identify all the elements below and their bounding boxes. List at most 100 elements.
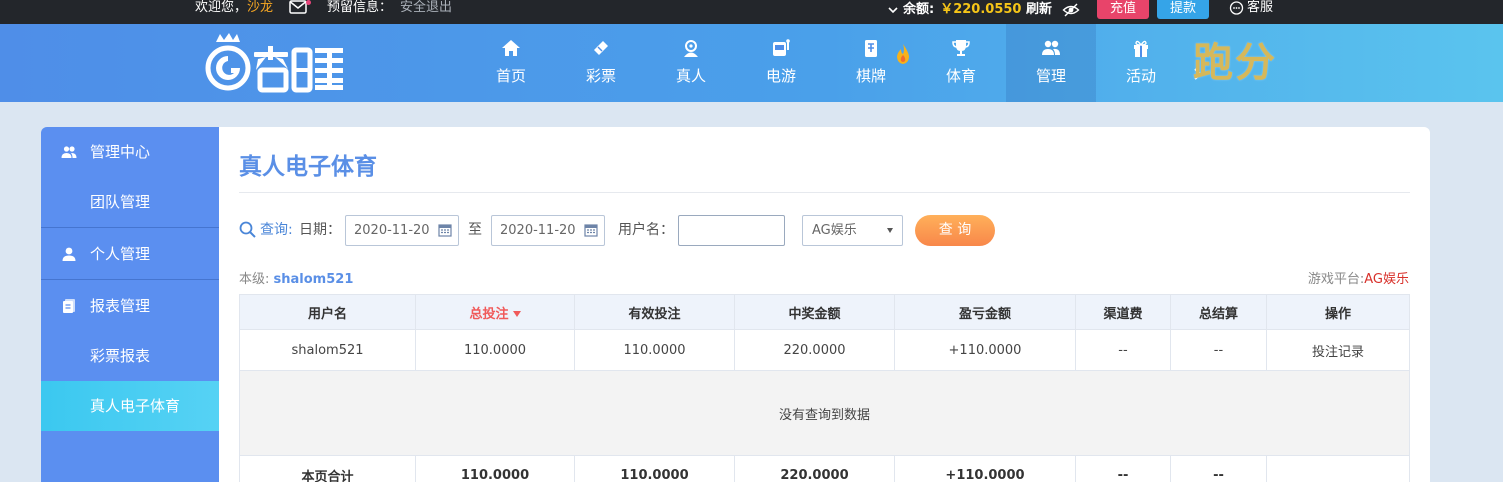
calendar-icon[interactable]: [584, 223, 598, 237]
nav-sports[interactable]: 体育: [916, 24, 1006, 102]
dealer-icon: [684, 40, 698, 57]
main-nav: 首页 彩票 真人 电游 棋牌 体育 管理 活动 跑分: [0, 24, 1503, 102]
hide-balance-icon[interactable]: [1062, 2, 1080, 18]
sidebar-item-label: 彩票报表: [90, 347, 151, 365]
home-icon: [502, 40, 520, 56]
empty-message: 没有查询到数据: [239, 370, 1410, 456]
sidebar-item-management-center[interactable]: 管理中心: [41, 127, 219, 177]
column-header: 盈亏金额: [894, 294, 1076, 330]
deposit-button[interactable]: 充值: [1097, 0, 1149, 19]
sidebar-item-label: 真人电子体育: [90, 397, 181, 415]
nav-live-casino[interactable]: 真人: [646, 24, 736, 102]
sidebar-item-label: 团队管理: [90, 193, 151, 211]
platform-value: AG娱乐: [1364, 272, 1409, 287]
sidebar-item-personal-management[interactable]: 个人管理: [41, 229, 219, 279]
trophy-icon: [952, 40, 970, 56]
platform-selected-value: AG娱乐: [812, 223, 857, 238]
table-cell: --: [1170, 329, 1267, 371]
summary-cell: --: [1075, 455, 1171, 482]
nav-home[interactable]: 首页: [466, 24, 556, 102]
dropdown-arrow-icon: [887, 228, 893, 233]
nav-label: 真人: [675, 67, 706, 85]
nav-label: 棋牌: [855, 67, 886, 85]
summary-cell: --: [1170, 455, 1267, 482]
divider: [239, 192, 1410, 193]
date-from-value: 2020-11-20: [354, 223, 430, 238]
slot-machine-icon: [773, 39, 790, 56]
brand-logo[interactable]: [198, 32, 348, 96]
column-header: 总结算: [1170, 294, 1267, 330]
nav-label: 体育: [945, 67, 976, 85]
nav-lottery[interactable]: 彩票: [556, 24, 646, 102]
customer-service-link[interactable]: 客服: [1229, 0, 1273, 16]
sidebar-item-team-management[interactable]: 团队管理: [41, 177, 219, 227]
column-header-label: 总投注: [469, 306, 509, 322]
nav-label: 管理: [1035, 67, 1066, 85]
sidebar-item-report-management[interactable]: 报表管理: [41, 281, 219, 331]
nav-promotions[interactable]: 活动: [1096, 24, 1186, 102]
summary-cell: 220.0000: [734, 455, 895, 482]
sidebar-item-label: 管理中心: [90, 143, 151, 161]
column-header: 中奖金额: [734, 294, 895, 330]
date-to-value: 2020-11-20: [500, 223, 576, 238]
column-header: 渠道费: [1075, 294, 1171, 330]
unread-dot: [306, 0, 311, 5]
column-header: 操作: [1266, 294, 1410, 330]
sidebar-item-label: 个人管理: [90, 245, 151, 263]
table-cell: 110.0000: [574, 329, 735, 371]
date-to-field[interactable]: 2020-11-20: [491, 215, 605, 246]
customer-service-label: 客服: [1247, 0, 1274, 15]
sidebar-item-live-electronic-sports[interactable]: 真人电子体育: [41, 381, 219, 431]
platform-info: 游戏平台:AG娱乐: [1308, 268, 1409, 287]
sidebar: 管理中心 团队管理 个人管理 报表管理 彩票报表 真人电子体育: [41, 127, 219, 482]
query-button[interactable]: 查 询: [915, 215, 995, 246]
welcome-text: 欢迎您， 沙龙: [195, 0, 273, 16]
summary-row: 本页合计 110.0000 110.0000 220.0000 +110.000…: [239, 455, 1410, 482]
level-label: 本级:: [239, 272, 270, 287]
nav-label: 电游: [765, 67, 796, 85]
summary-cell: 110.0000: [415, 455, 575, 482]
table-cell: +110.0000: [894, 329, 1076, 371]
query-label: 查询:: [260, 222, 293, 238]
logout-link[interactable]: 安全退出: [400, 0, 452, 16]
balance-label: 余额:: [903, 2, 935, 17]
welcome-prefix: 欢迎您，: [195, 0, 248, 15]
nav-label: 彩票: [585, 67, 616, 85]
promo-text[interactable]: 跑分: [1193, 40, 1277, 86]
column-header: 有效投注: [574, 294, 735, 330]
nav-management[interactable]: 管理: [1006, 24, 1096, 102]
table-cell: shalom521: [239, 329, 416, 371]
level-user[interactable]: shalom521: [274, 272, 354, 287]
nav-slots[interactable]: 电游: [736, 24, 826, 102]
table-cell: --: [1075, 329, 1171, 371]
username-input[interactable]: [678, 215, 785, 246]
column-header: 用户名: [239, 294, 416, 330]
bet-records-link[interactable]: 投注记录: [1266, 329, 1410, 371]
table-row: shalom521 110.0000 110.0000 220.0000 +11…: [239, 329, 1410, 371]
sidebar-item-lottery-report[interactable]: 彩票报表: [41, 331, 219, 381]
date-label: 日期：: [299, 222, 341, 238]
calendar-icon[interactable]: [438, 223, 452, 237]
report-icon: [63, 299, 75, 313]
platform-select[interactable]: AG娱乐: [802, 215, 903, 246]
users-icon: [1042, 40, 1060, 55]
withdraw-button[interactable]: 提款: [1157, 0, 1209, 19]
to-label: 至: [468, 222, 482, 238]
refresh-button[interactable]: 刷新: [1026, 0, 1052, 20]
nav-label: 首页: [495, 67, 526, 85]
sidebar-divider: [41, 227, 219, 228]
report-table: 用户名 总投注 有效投注 中奖金额 盈亏金额 渠道费 总结算 操作 shalom…: [239, 294, 1410, 482]
level-info: 本级: shalom521: [239, 268, 353, 287]
platform-label: 游戏平台:: [1307, 272, 1365, 287]
chevron-down-icon[interactable]: [887, 4, 899, 16]
page-title: 真人电子体育: [239, 154, 377, 180]
gift-icon: [1134, 40, 1148, 57]
mail-icon[interactable]: [289, 0, 307, 14]
main-panel: 真人电子体育 查询: 日期： 2020-11-20 至 2020-11-20 用…: [219, 127, 1430, 482]
summary-cell: 本页合计: [239, 455, 416, 482]
table-header-row: 用户名 总投注 有效投注 中奖金额 盈亏金额 渠道费 总结算 操作: [239, 294, 1410, 330]
column-header-sorted[interactable]: 总投注: [415, 294, 575, 330]
date-from-field[interactable]: 2020-11-20: [345, 215, 459, 246]
ticket-icon: [594, 41, 608, 55]
mahjong-tile-icon: [865, 40, 877, 57]
